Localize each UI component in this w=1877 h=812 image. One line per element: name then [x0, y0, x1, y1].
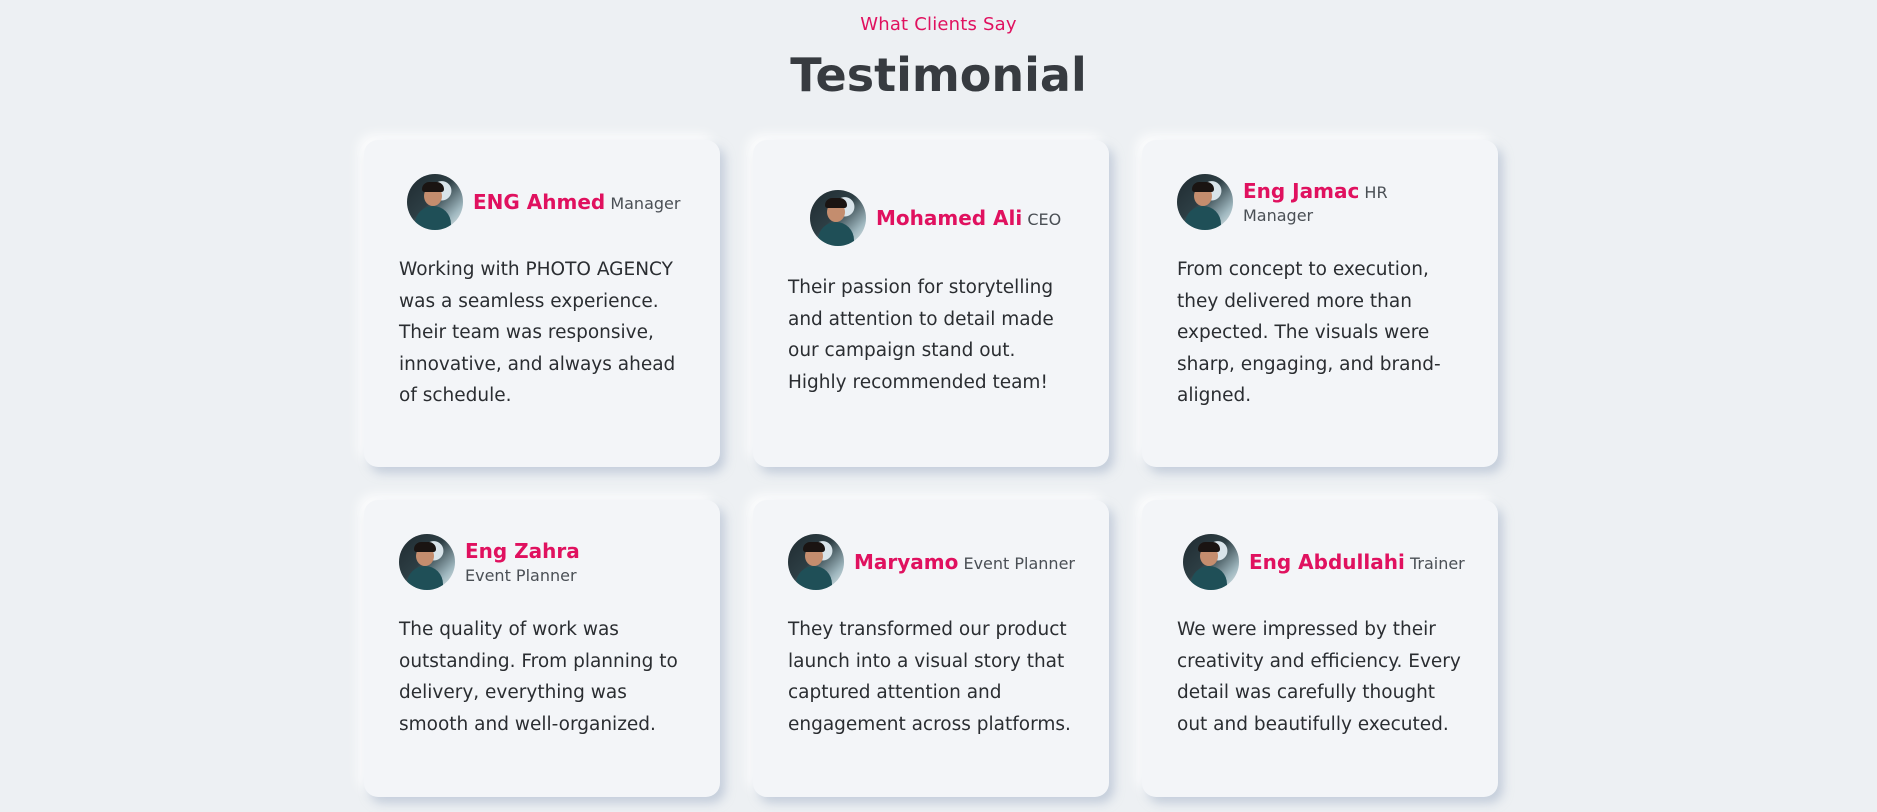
- author: Eng Jamac HR Manager: [1243, 178, 1393, 227]
- testimonial-quote: We were impressed by their creativity an…: [1177, 619, 1461, 735]
- testimonial-quote: From concept to execution, they delivere…: [1177, 259, 1441, 406]
- section-title: Testimonial: [790, 48, 1087, 102]
- testimonial-quote: They transformed our product launch into…: [788, 619, 1071, 735]
- author-role: Manager: [610, 193, 681, 213]
- author-role: CEO: [1027, 209, 1062, 229]
- testimonial-quote: Working with PHOTO AGENCY was a seamless…: [399, 259, 676, 406]
- avatar: [399, 534, 455, 590]
- author-role: Trainer: [1409, 553, 1465, 573]
- author-role: Event Planner: [963, 553, 1075, 573]
- author: ENG Ahmed Manager: [473, 189, 680, 216]
- author-name: Eng Abdullahi: [1249, 549, 1405, 574]
- testimonial-quote: The quality of work was outstanding. Fro…: [399, 619, 678, 735]
- author-name: Maryamo: [854, 549, 959, 574]
- card-header: Eng Jamac HR Manager: [1177, 174, 1468, 230]
- card-header: Mohamed Ali CEO: [788, 190, 1079, 246]
- author-role: Event Planner: [465, 565, 577, 585]
- testimonial-section: What Clients Say Testimonial ENG Ahmed M…: [0, 0, 1877, 812]
- testimonial-card: Eng Abdullahi Trainer We were impressed …: [1142, 500, 1498, 797]
- card-header: ENG Ahmed Manager: [399, 174, 690, 230]
- card-header: Eng Abdullahi Trainer: [1177, 534, 1468, 590]
- testimonial-card: Eng Zahra Event Planner The quality of w…: [364, 500, 720, 797]
- author: Eng Zahra Event Planner: [465, 538, 625, 587]
- author-name: Mohamed Ali: [876, 205, 1023, 230]
- author: Mohamed Ali CEO: [876, 205, 1061, 232]
- testimonial-grid: ENG Ahmed Manager Working with PHOTO AGE…: [364, 140, 1498, 797]
- avatar: [810, 190, 866, 246]
- author-name: Eng Zahra: [465, 538, 580, 563]
- testimonial-card: Eng Jamac HR Manager From concept to exe…: [1142, 140, 1498, 467]
- author: Maryamo Event Planner: [854, 549, 1075, 576]
- author-name: Eng Jamac: [1243, 178, 1360, 203]
- avatar: [1177, 174, 1233, 230]
- testimonial-card: ENG Ahmed Manager Working with PHOTO AGE…: [364, 140, 720, 467]
- avatar: [788, 534, 844, 590]
- avatar: [407, 174, 463, 230]
- author-name: ENG Ahmed: [473, 189, 606, 214]
- section-eyebrow: What Clients Say: [860, 14, 1017, 35]
- testimonial-card: Mohamed Ali CEO Their passion for storyt…: [753, 140, 1109, 467]
- avatar: [1183, 534, 1239, 590]
- testimonial-quote: Their passion for storytelling and atten…: [788, 277, 1054, 393]
- card-header: Eng Zahra Event Planner: [399, 534, 690, 590]
- testimonial-card: Maryamo Event Planner They transformed o…: [753, 500, 1109, 797]
- card-header: Maryamo Event Planner: [788, 534, 1079, 590]
- author: Eng Abdullahi Trainer: [1249, 549, 1465, 576]
